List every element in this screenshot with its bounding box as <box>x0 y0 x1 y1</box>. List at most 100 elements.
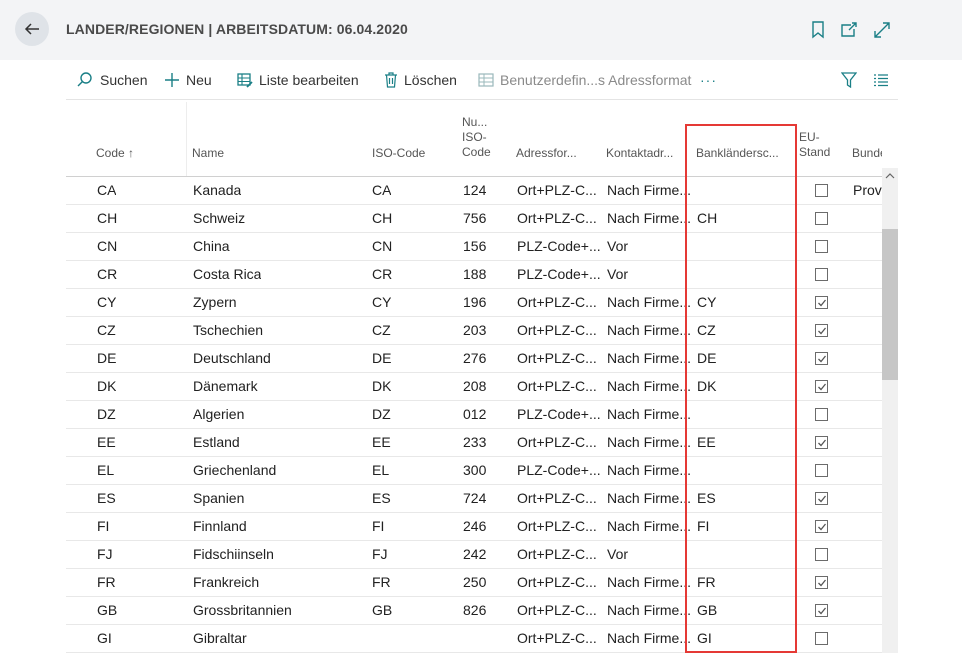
eu-standard-checkbox[interactable] <box>815 212 828 225</box>
more-options-button[interactable]: ··· <box>700 60 717 100</box>
cell-numeric-iso-code: 188 <box>463 266 487 282</box>
cell-code[interactable]: GB <box>97 597 117 624</box>
table-row[interactable]: EL Griechenland EL 300 PLZ-Code+... Nach Firm… <box>66 457 898 485</box>
column-header-eu-standard[interactable]: EU- Standard <box>799 130 830 160</box>
table-row[interactable]: ES Spanien ES 724 Ort+PLZ-C... Nach Firme... E… <box>66 485 898 513</box>
table-row[interactable]: CY Zypern CY 196 Ort+PLZ-C... Nach Firme... CY <box>66 289 898 317</box>
table-row[interactable]: DE Deutschland DE 276 Ort+PLZ-C... Nach Firme… <box>66 345 898 373</box>
cell-name: Zypern <box>193 294 237 310</box>
cell-code[interactable]: EL <box>97 457 114 484</box>
cell-code[interactable]: GI <box>97 625 112 652</box>
table-row[interactable]: FI Finnland FI 246 Ort+PLZ-C... Nach Firme...… <box>66 513 898 541</box>
eu-standard-checkbox[interactable] <box>815 520 828 533</box>
more-options-label: ··· <box>700 72 717 88</box>
eu-standard-checkbox[interactable] <box>815 184 828 197</box>
checkmark-icon <box>817 495 826 502</box>
scroll-up-button[interactable] <box>882 168 898 184</box>
cell-code[interactable]: CH <box>97 205 117 232</box>
column-header-bank-country-code[interactable]: Bankländersc... <box>696 146 782 161</box>
eu-standard-checkbox[interactable] <box>815 240 828 253</box>
cell-iso-code: DK <box>372 378 392 394</box>
eu-standard-checkbox[interactable] <box>815 436 828 449</box>
column-header-name[interactable]: Name <box>192 146 224 161</box>
cell-code[interactable]: CA <box>97 177 116 204</box>
custom-address-format-button[interactable]: Benutzerdefin...s Adressformat <box>478 60 691 100</box>
new-button[interactable]: Neu <box>164 60 212 100</box>
eu-standard-checkbox[interactable] <box>815 268 828 281</box>
table-row[interactable]: CA Kanada CA 124 Ort+PLZ-C... Nach Firme... Pr… <box>66 177 898 205</box>
table-row[interactable]: GB Grossbritannien GB 826 Ort+PLZ-C... Nach F… <box>66 597 898 625</box>
cell-code[interactable]: ES <box>97 485 116 512</box>
eu-standard-checkbox[interactable] <box>815 604 828 617</box>
cell-name: Finnland <box>193 518 247 534</box>
eu-standard-checkbox[interactable] <box>815 492 828 505</box>
eu-standard-checkbox[interactable] <box>815 632 828 645</box>
scrollbar-thumb[interactable] <box>882 229 898 380</box>
table-row[interactable]: GI Gibraltar Ort+PLZ-C... Nach Firme... GI <box>66 625 898 653</box>
bookmark-button[interactable] <box>809 21 827 39</box>
table-row[interactable]: DZ Algerien DZ 012 PLZ-Code+... Nach Firme... <box>66 401 898 429</box>
search-button[interactable]: Suchen <box>76 60 147 100</box>
cell-address-format: Ort+PLZ-C... <box>517 546 597 562</box>
edit-list-label: Liste bearbeiten <box>259 72 359 88</box>
column-header-code[interactable]: Code ↑ <box>96 146 134 161</box>
column-header-numeric-iso-code[interactable]: Nu... ISO- Code <box>462 115 502 160</box>
cell-code[interactable]: EE <box>97 429 116 456</box>
cell-address-format: PLZ-Code+... <box>517 462 601 478</box>
cell-code[interactable]: DZ <box>97 401 116 428</box>
eu-standard-checkbox[interactable] <box>815 548 828 561</box>
cell-name: Kanada <box>193 182 242 198</box>
table-row[interactable]: CH Schweiz CH 756 Ort+PLZ-C... Nach Firme... C… <box>66 205 898 233</box>
column-header-numeric-iso-line3: Code <box>462 145 491 159</box>
cell-code[interactable]: CR <box>97 261 117 288</box>
cell-contact-address: Nach Firme... <box>607 294 692 310</box>
delete-button[interactable]: Löschen <box>384 60 457 100</box>
back-button[interactable] <box>15 12 49 46</box>
cell-numeric-iso-code: 208 <box>463 378 487 394</box>
table-row[interactable]: CR Costa Rica CR 188 PLZ-Code+... Vor <box>66 261 898 289</box>
list-view-button[interactable] <box>872 71 890 89</box>
cell-name: Griechenland <box>193 462 277 478</box>
eu-standard-checkbox[interactable] <box>815 324 828 337</box>
cell-code[interactable]: CN <box>97 233 117 260</box>
column-header-code-label: Code <box>96 146 125 160</box>
checkmark-icon <box>817 383 826 390</box>
expand-button[interactable] <box>873 21 891 39</box>
cell-code[interactable]: CZ <box>97 317 116 344</box>
eu-standard-checkbox[interactable] <box>815 296 828 309</box>
eu-standard-checkbox[interactable] <box>815 576 828 589</box>
column-header-federal-region[interactable]: Bundesregion <box>852 146 882 161</box>
cell-code[interactable]: DE <box>97 345 116 372</box>
cell-code[interactable]: FJ <box>97 541 113 568</box>
filter-button[interactable] <box>840 71 858 89</box>
cell-name: Estland <box>193 434 240 450</box>
eu-standard-checkbox[interactable] <box>815 408 828 421</box>
cell-code[interactable]: FI <box>97 513 109 540</box>
column-header-address-format[interactable]: Adressfor... <box>516 146 577 161</box>
cell-code[interactable]: FR <box>97 569 116 596</box>
cell-code[interactable]: DK <box>97 373 116 400</box>
table-row[interactable]: CZ Tschechien CZ 203 Ort+PLZ-C... Nach Firme.… <box>66 317 898 345</box>
table-row[interactable]: EE Estland EE 233 Ort+PLZ-C... Nach Firme... E… <box>66 429 898 457</box>
table-row[interactable]: FJ Fidschiinseln FJ 242 Ort+PLZ-C... Vor <box>66 541 898 569</box>
column-header-contact-address[interactable]: Kontaktadr... <box>606 146 673 161</box>
open-new-window-button[interactable] <box>840 21 858 39</box>
column-header-eu-line1: EU- <box>799 130 820 144</box>
checkmark-icon <box>817 523 826 530</box>
column-header-iso-code[interactable]: ISO-Code <box>372 146 425 161</box>
table-row[interactable]: CN China CN 156 PLZ-Code+... Vor <box>66 233 898 261</box>
edit-list-button[interactable]: Liste bearbeiten <box>237 60 359 100</box>
cell-contact-address: Nach Firme... <box>607 406 692 422</box>
cell-iso-code: CH <box>372 210 393 226</box>
checkmark-icon <box>817 439 826 446</box>
eu-standard-checkbox[interactable] <box>815 352 828 365</box>
cell-bank-country-code: EE <box>697 434 716 450</box>
table-row[interactable]: FR Frankreich FR 250 Ort+PLZ-C... Nach Firme.… <box>66 569 898 597</box>
cell-name: Tschechien <box>193 322 264 338</box>
table-row[interactable]: DK Dänemark DK 208 Ort+PLZ-C... Nach Firme...… <box>66 373 898 401</box>
back-arrow-icon <box>24 23 39 35</box>
cell-address-format: Ort+PLZ-C... <box>517 182 597 198</box>
cell-code[interactable]: CY <box>97 289 116 316</box>
eu-standard-checkbox[interactable] <box>815 380 828 393</box>
eu-standard-checkbox[interactable] <box>815 464 828 477</box>
